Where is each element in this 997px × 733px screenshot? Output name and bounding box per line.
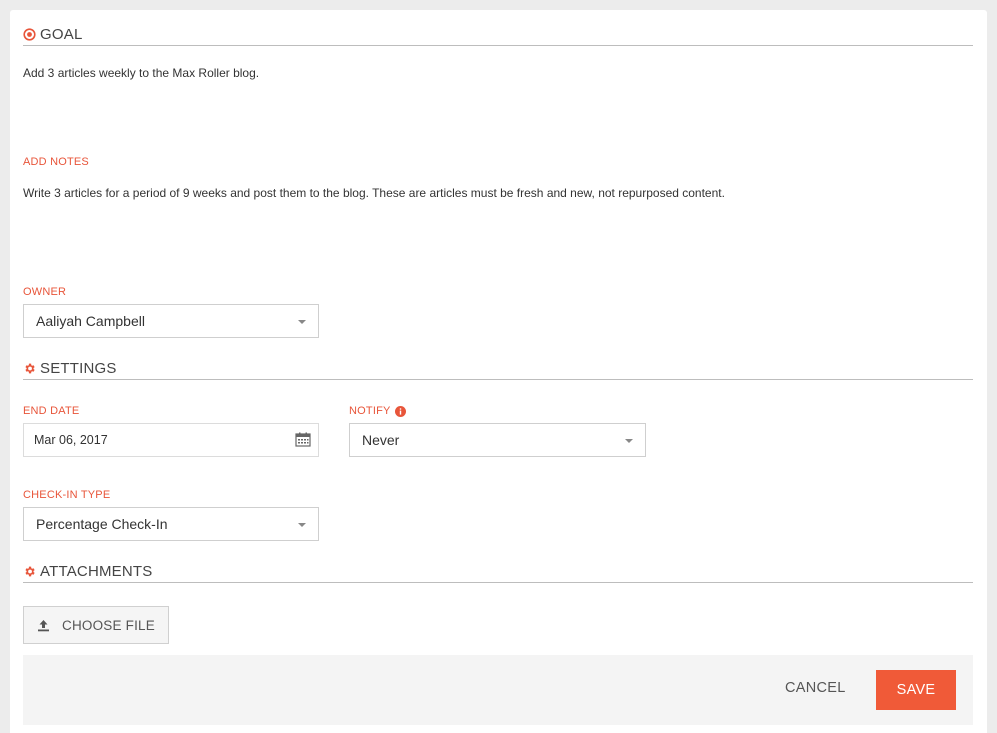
checkin-type-label: CHECK-IN TYPE (23, 489, 111, 501)
cancel-button[interactable]: CANCEL (785, 680, 846, 696)
settings-heading: SETTINGS (40, 360, 117, 377)
notify-label-group: NOTIFY (349, 405, 406, 417)
notify-label: NOTIFY (349, 405, 391, 417)
goal-text[interactable]: Add 3 articles weekly to the Max Roller … (23, 66, 259, 80)
target-icon (23, 28, 36, 41)
owner-label: OWNER (23, 286, 67, 298)
chevron-down-icon (298, 320, 306, 324)
notify-value: Never (362, 432, 400, 448)
save-button[interactable]: SAVE (876, 670, 956, 710)
end-date-value: Mar 06, 2017 (34, 433, 108, 447)
upload-icon (37, 619, 50, 632)
end-date-input[interactable]: Mar 06, 2017 (23, 423, 319, 457)
info-icon[interactable] (394, 405, 406, 417)
form-footer: CANCEL SAVE (23, 655, 973, 725)
end-date-label: END DATE (23, 405, 80, 417)
owner-select[interactable]: Aaliyah Campbell (23, 304, 319, 338)
checkin-type-value: Percentage Check-In (36, 516, 168, 532)
settings-section-header: SETTINGS (23, 358, 973, 380)
calendar-icon[interactable] (295, 432, 311, 450)
chevron-down-icon (298, 523, 306, 527)
gear-icon (23, 565, 36, 578)
checkin-type-select[interactable]: Percentage Check-In (23, 507, 319, 541)
chevron-down-icon (625, 439, 633, 443)
notes-label: ADD NOTES (23, 156, 89, 168)
notify-select[interactable]: Never (349, 423, 646, 457)
attachments-heading: ATTACHMENTS (40, 563, 153, 580)
owner-value: Aaliyah Campbell (36, 313, 145, 329)
goal-heading: GOAL (40, 26, 83, 43)
goal-section-header: GOAL (23, 24, 973, 46)
gear-icon (23, 362, 36, 375)
choose-file-label: CHOOSE FILE (62, 617, 155, 633)
attachments-section-header: ATTACHMENTS (23, 561, 973, 583)
notes-text[interactable]: Write 3 articles for a period of 9 weeks… (23, 186, 725, 200)
choose-file-button[interactable]: CHOOSE FILE (23, 606, 169, 644)
